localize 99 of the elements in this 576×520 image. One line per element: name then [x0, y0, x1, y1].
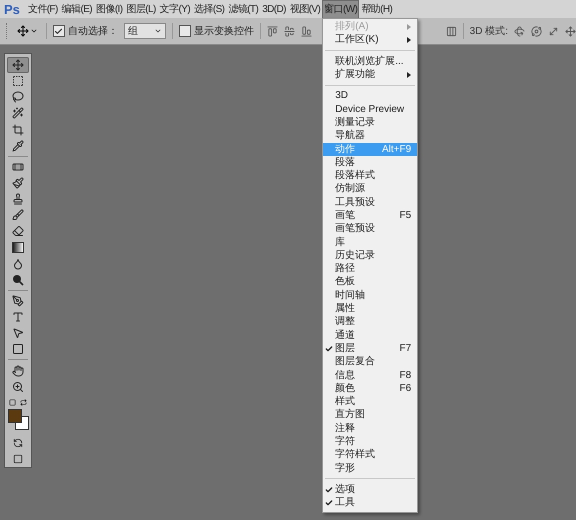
- menu-entry-label: 色板: [335, 276, 356, 288]
- lasso-tool-icon: [12, 91, 24, 104]
- type-tool-icon: [12, 311, 24, 324]
- menu-entry-label: 属性: [335, 303, 356, 316]
- hand-icon: [12, 364, 24, 376]
- 3d-tool-button[interactable]: [548, 26, 560, 36]
- 3d-tool-icon: [548, 26, 560, 36]
- menu-item[interactable]: 3D(D): [260, 0, 288, 18]
- checkmark-icon: [325, 344, 334, 353]
- rectangle-icon: [12, 343, 24, 356]
- brush-icon: [12, 177, 24, 190]
- menu-entry-label: 字形: [335, 462, 356, 475]
- menu-entry-label: 画笔: [335, 210, 356, 222]
- menu-entry-label: Device Preview: [335, 104, 406, 116]
- menu-entry-label: 动作: [335, 144, 356, 156]
- menu-entry-label: 样式: [335, 396, 356, 408]
- gradient-icon: [12, 242, 24, 254]
- menu-entry-label: 路径: [335, 263, 356, 276]
- caret-icon: [30, 27, 38, 35]
- shortcut-label: F7: [400, 342, 412, 355]
- menu-entry-label: 排列(A): [335, 21, 370, 34]
- menu-item[interactable]: 选择(S): [192, 0, 226, 18]
- stamp-icon: [12, 193, 24, 206]
- 3d-mode-label: 3D 模式:: [470, 24, 508, 38]
- menu-entry-label: 段落样式: [335, 170, 376, 182]
- 3d-tool-icon: [531, 26, 542, 36]
- pointer-icon: [12, 327, 24, 340]
- 3d-tool-button[interactable]: [514, 26, 526, 36]
- 3d-tool-button[interactable]: [565, 26, 576, 36]
- align-icon: [301, 26, 312, 36]
- align-button[interactable]: [301, 26, 312, 36]
- menu-entry-label: 字符样式: [335, 449, 376, 462]
- align-icon: [284, 26, 295, 36]
- shortcut-label: F8: [400, 370, 412, 382]
- crop-icon: [12, 124, 24, 136]
- submenu-arrow-icon: [407, 72, 412, 78]
- menu-entry-label: 调整: [335, 316, 356, 328]
- eraser-icon: [12, 225, 24, 238]
- menu-entry-label: 库: [335, 236, 346, 249]
- menu-entry-label: 直方图: [335, 409, 366, 422]
- menu-entry-label: 联机浏览扩展...: [335, 56, 405, 68]
- dodge-tool-icon: [12, 274, 24, 286]
- shortcut-label: F6: [400, 382, 412, 395]
- brush-icon: [12, 209, 24, 222]
- align-button[interactable]: [284, 26, 295, 36]
- eyedropper-icon: [12, 140, 24, 152]
- menu-entry-label: 历史记录: [335, 250, 376, 262]
- menu-entry-label: 时间轴: [335, 290, 366, 302]
- menu-entry-label: 工作区(K): [335, 34, 380, 46]
- menu-entry-label: 工具预设: [335, 196, 376, 209]
- distribute-button[interactable]: [446, 26, 457, 36]
- bandage-icon: [12, 160, 24, 173]
- menu-entry-label: 导航器: [335, 130, 366, 142]
- menu-entry-label: 工具: [335, 497, 356, 510]
- pen-icon: [12, 294, 24, 307]
- menu-entry-label: 仿制源: [335, 183, 366, 196]
- 3d-tool-icon: [514, 26, 526, 36]
- show-transform-checkbox[interactable]: 显示变换控件: [179, 24, 254, 38]
- wand-icon: [12, 107, 24, 120]
- color-swatch[interactable]: [8, 408, 22, 423]
- menu-entry-label: 字符: [335, 436, 356, 448]
- menu-entry-label: 扩展功能: [335, 69, 376, 82]
- menu-entry-label: 颜色: [335, 382, 356, 395]
- shortcut-label: Alt+F9: [382, 144, 412, 156]
- menu-item[interactable]: 图层(L): [124, 0, 158, 18]
- swap-colors-icon[interactable]: [20, 398, 27, 406]
- menu-entry-label: 通道: [335, 330, 356, 342]
- menu-entry-label: 段落: [335, 156, 356, 169]
- tool-button[interactable]: [7, 57, 29, 73]
- shortcut-label: F5: [400, 210, 412, 222]
- auto-select-dropdown[interactable]: 组: [124, 23, 166, 39]
- droplet-icon: [12, 258, 24, 270]
- menu-entry-label: 测量记录: [335, 116, 376, 129]
- move-tool-icon: [12, 59, 24, 72]
- menu-entry-label: 3D: [335, 90, 349, 102]
- menu-item[interactable]: 文件(F): [26, 0, 60, 18]
- caret-icon: [154, 27, 162, 35]
- app-logo: Ps: [4, 2, 20, 16]
- auto-select-checkbox[interactable]: 自动选择：: [52, 24, 118, 38]
- menu-item[interactable]: 编辑(E): [60, 0, 94, 18]
- menu-item[interactable]: 帮助(H): [359, 0, 394, 18]
- menu-entry-label: 注释: [335, 422, 356, 435]
- menu-entry-label: 画笔预设: [335, 223, 376, 236]
- menu-entry-label: 信息: [335, 370, 356, 382]
- menu-entry-label: 图层复合: [335, 356, 376, 368]
- 3d-tool-icon: [565, 26, 576, 36]
- zoom-icon: [12, 380, 24, 393]
- menu-entry-label: 选项: [335, 484, 356, 496]
- menu-item[interactable]: 滤镜(T): [226, 0, 260, 18]
- menu-entry-label: 图层: [335, 342, 356, 355]
- marquee-tool-icon: [12, 75, 24, 88]
- align-button[interactable]: [267, 26, 278, 36]
- align-icon: [267, 26, 278, 36]
- menu-item[interactable]: 图像(I): [94, 0, 124, 18]
- move-tool-icon: [16, 25, 29, 37]
- 3d-tool-button[interactable]: [531, 26, 542, 36]
- menu-item[interactable]: 视图(V): [288, 0, 322, 18]
- distribute-icon: [446, 26, 457, 36]
- menu-item[interactable]: 文字(Y): [158, 0, 192, 18]
